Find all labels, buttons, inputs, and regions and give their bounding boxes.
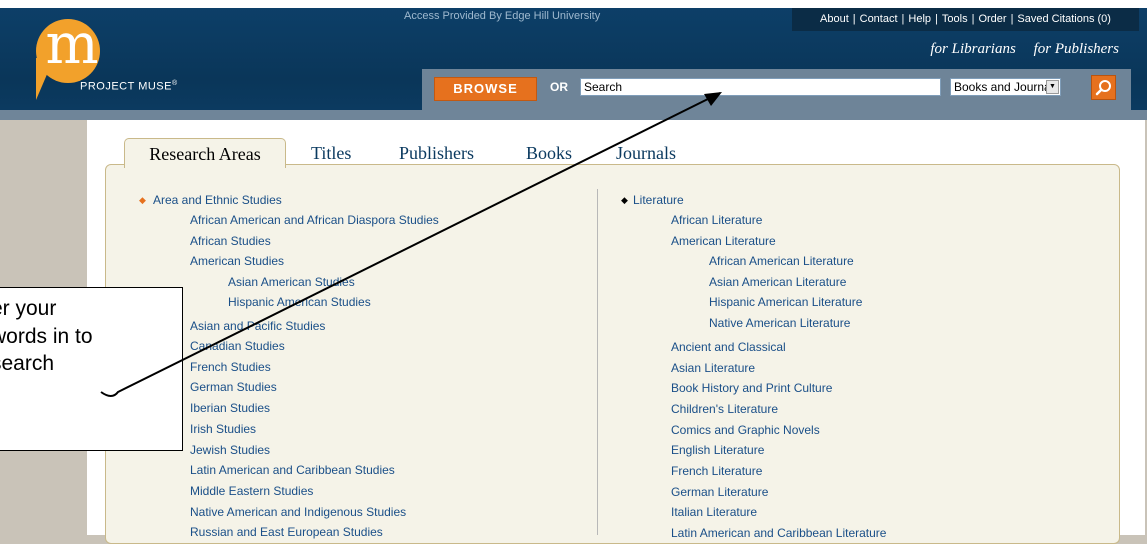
list-item[interactable]: Canadian Studies (190, 339, 285, 353)
list-item[interactable]: Native American Literature (709, 316, 850, 330)
saved-citations-link[interactable]: Saved Citations (0) (1017, 13, 1111, 25)
contact-link[interactable]: Contact (860, 13, 898, 25)
list-item[interactable]: German Literature (671, 485, 768, 499)
list-item[interactable]: Irish Studies (190, 422, 256, 436)
separator: | (935, 13, 938, 25)
list-item[interactable]: Asian American Studies (228, 275, 355, 289)
magnifier-icon (1095, 80, 1111, 96)
list-item[interactable]: English Literature (671, 443, 764, 457)
role-links: for Librarians for Publishers (916, 41, 1119, 58)
about-link[interactable]: About (820, 13, 849, 25)
list-item[interactable]: Hispanic American Studies (228, 295, 371, 309)
list-item[interactable]: African American and African Diaspora St… (190, 213, 439, 227)
header-subband (0, 110, 1147, 120)
for-librarians-link[interactable]: for Librarians (930, 41, 1015, 57)
brand-name: PROJECT MUSE® (80, 80, 178, 93)
callout-line: er your (0, 297, 57, 320)
tab-titles[interactable]: Titles (311, 143, 351, 164)
list-item[interactable]: Jewish Studies (190, 443, 270, 457)
list-item[interactable]: American Literature (671, 234, 776, 248)
search-scope-value: Books and Journals (954, 80, 1060, 94)
access-provided-text: Access Provided By Edge Hill University (404, 10, 601, 22)
list-item[interactable]: Book History and Print Culture (671, 381, 832, 395)
browse-button[interactable]: BROWSE (434, 77, 537, 101)
list-item[interactable]: Comics and Graphic Novels (671, 423, 820, 437)
list-item[interactable]: Russian and East European Studies (190, 525, 383, 539)
list-item[interactable]: Asian American Literature (709, 275, 846, 289)
for-publishers-link[interactable]: for Publishers (1034, 41, 1119, 57)
list-item[interactable]: Latin American and Caribbean Literature (671, 526, 886, 540)
list-item[interactable]: Asian Literature (671, 361, 755, 375)
tab-research-areas[interactable]: Research Areas (124, 138, 286, 168)
list-item[interactable]: French Literature (671, 464, 762, 478)
callout-line: words in to (0, 325, 93, 348)
search-scope-select[interactable]: Books and Journals ▼ (950, 78, 1061, 96)
list-item[interactable]: Native American and Indigenous Studies (190, 505, 406, 519)
bullet-icon: ◆ (139, 195, 146, 205)
separator: | (852, 13, 856, 25)
list-item[interactable]: Ancient and Classical (671, 340, 786, 354)
search-input[interactable] (580, 78, 941, 96)
chevron-down-icon[interactable]: ▼ (1046, 80, 1059, 94)
separator: | (901, 13, 905, 25)
top-strip (0, 0, 1147, 8)
separator: | (1010, 13, 1014, 25)
tab-publishers[interactable]: Publishers (399, 143, 474, 164)
utility-links-bar: About | Contact | Help | Tools | Order | Saved Cit… (792, 8, 1139, 31)
tools-link[interactable]: Tools (942, 13, 968, 25)
list-item[interactable]: Middle Eastern Studies (190, 484, 313, 498)
list-item[interactable]: Italian Literature (671, 505, 757, 519)
column-divider (597, 189, 598, 535)
list-item[interactable]: African Studies (190, 234, 271, 248)
help-link[interactable]: Help (908, 13, 931, 25)
separator: | (971, 13, 975, 25)
logo-letter: m (45, 12, 99, 77)
tab-journals[interactable]: Journals (616, 143, 676, 164)
list-item[interactable]: Latin American and Caribbean Studies (190, 463, 395, 477)
list-item[interactable]: African American Literature (709, 254, 854, 268)
annotation-callout: er your words in to search . (0, 287, 183, 451)
list-item[interactable]: Children's Literature (671, 402, 778, 416)
list-item[interactable]: African Literature (671, 213, 762, 227)
tab-books[interactable]: Books (526, 143, 572, 164)
list-item[interactable]: German Studies (190, 380, 277, 394)
list-item[interactable]: Hispanic American Literature (709, 295, 862, 309)
bullet-icon: ◆ (621, 195, 628, 205)
list-item[interactable]: Asian and Pacific Studies (190, 319, 325, 333)
list-item[interactable]: American Studies (190, 254, 284, 268)
callout-line: search (0, 352, 55, 375)
or-label: OR (550, 80, 568, 94)
list-item[interactable]: French Studies (190, 360, 271, 374)
order-link[interactable]: Order (978, 13, 1006, 25)
list-item[interactable]: Iberian Studies (190, 401, 270, 415)
category-area-ethnic-studies[interactable]: Area and Ethnic Studies (153, 193, 282, 207)
category-literature[interactable]: Literature (633, 193, 684, 207)
brand-mark: ® (171, 80, 178, 87)
brand-text: PROJECT MUSE (80, 80, 172, 93)
search-button[interactable] (1091, 75, 1116, 100)
